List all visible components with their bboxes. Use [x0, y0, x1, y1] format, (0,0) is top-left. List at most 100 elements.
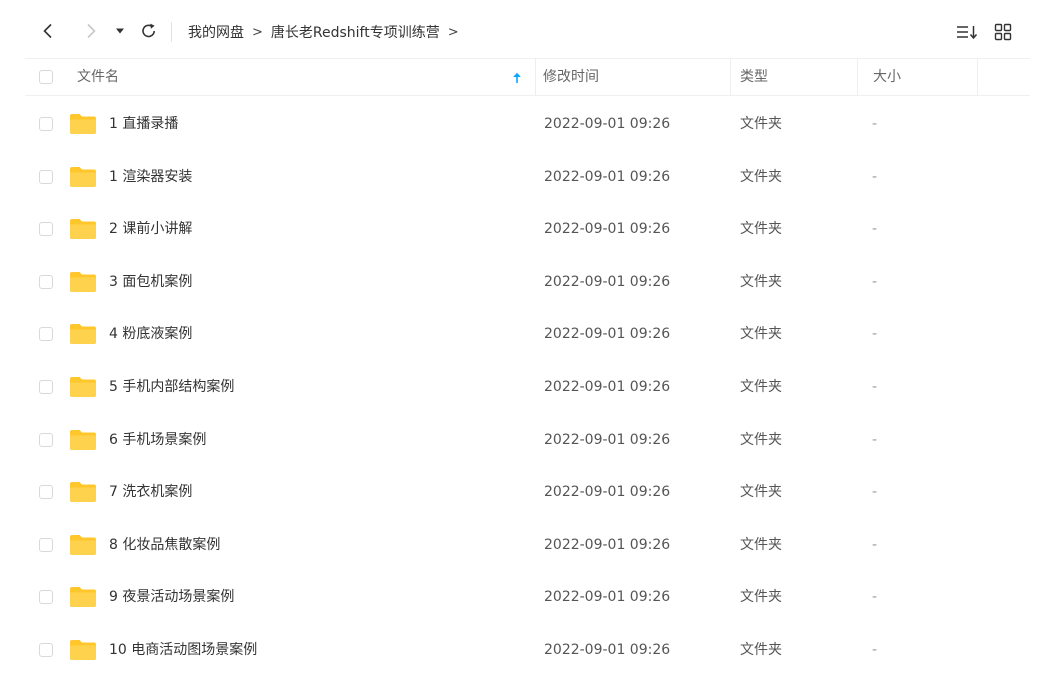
sort-button[interactable]	[955, 21, 979, 43]
file-name[interactable]: 4 粉底液案例	[109, 308, 192, 360]
file-name[interactable]: 10 电商活动图场景案例	[109, 624, 257, 676]
refresh-button[interactable]	[138, 20, 160, 42]
column-header-type[interactable]: 类型	[730, 59, 867, 96]
refresh-icon	[142, 23, 155, 38]
file-name[interactable]: 3 面包机案例	[109, 256, 192, 308]
file-size: -	[872, 168, 878, 185]
back-button[interactable]	[37, 20, 59, 42]
column-header-size[interactable]: 大小	[857, 59, 993, 96]
row-checkbox[interactable]	[39, 537, 53, 552]
file-row[interactable]: 3 面包机案例 2022-09-01 09:26 文件夹 -	[25, 256, 1030, 309]
row-checkbox[interactable]	[39, 432, 53, 447]
file-modified: 2022-09-01 09:26	[544, 273, 671, 290]
file-size: -	[872, 273, 878, 290]
column-header-extra	[977, 59, 1030, 96]
row-checkbox[interactable]	[39, 222, 53, 237]
select-all-checkbox[interactable]	[39, 70, 53, 84]
folder-icon	[69, 481, 97, 503]
column-header-name[interactable]: 文件名	[77, 59, 119, 96]
file-size: -	[872, 221, 878, 238]
file-size: -	[872, 484, 878, 501]
breadcrumb: 我的网盘 > 唐长老Redshift专项训练营 >	[188, 21, 467, 43]
file-type: 文件夹	[740, 221, 782, 238]
row-checkbox[interactable]	[39, 169, 53, 184]
file-row[interactable]: 6 手机场景案例 2022-09-01 09:26 文件夹 -	[25, 414, 1030, 467]
file-name[interactable]: 7 洗衣机案例	[109, 466, 192, 518]
file-size: -	[872, 589, 878, 606]
file-name[interactable]: 2 课前小讲解	[109, 203, 192, 255]
row-checkbox[interactable]	[39, 590, 53, 605]
file-type: 文件夹	[740, 589, 782, 606]
file-modified: 2022-09-01 09:26	[544, 641, 671, 658]
sort-list-icon	[957, 26, 978, 40]
file-size: -	[872, 641, 878, 658]
file-row[interactable]: 9 夜景活动场景案例 2022-09-01 09:26 文件夹 -	[25, 571, 1030, 624]
grid-view-icon	[994, 23, 1012, 41]
row-checkbox[interactable]	[39, 117, 53, 131]
folder-icon	[69, 166, 97, 188]
folder-icon	[69, 271, 97, 293]
file-size: -	[872, 536, 878, 553]
file-type: 文件夹	[740, 536, 782, 553]
file-type: 文件夹	[740, 326, 782, 343]
file-type: 文件夹	[740, 116, 782, 132]
file-type: 文件夹	[740, 273, 782, 290]
file-name[interactable]: 1 直播录播	[109, 98, 178, 150]
file-type: 文件夹	[740, 168, 782, 185]
file-modified: 2022-09-01 09:26	[544, 484, 671, 501]
chevron-right-icon	[87, 23, 96, 39]
folder-icon	[69, 586, 97, 608]
file-name[interactable]: 8 化妆品焦散案例	[109, 519, 220, 571]
file-name[interactable]: 1 渲染器安装	[109, 151, 192, 203]
file-modified: 2022-09-01 09:26	[544, 431, 671, 448]
file-modified: 2022-09-01 09:26	[544, 326, 671, 343]
row-checkbox[interactable]	[39, 327, 53, 342]
top-toolbar: 我的网盘 > 唐长老Redshift专项训练营 >	[0, 0, 1057, 62]
file-modified: 2022-09-01 09:26	[544, 536, 671, 553]
file-name[interactable]: 9 夜景活动场景案例	[109, 571, 234, 623]
file-row[interactable]: 8 化妆品焦散案例 2022-09-01 09:26 文件夹 -	[25, 519, 1030, 572]
history-dropdown-button[interactable]	[109, 20, 131, 42]
file-list-header: 文件名 修改时间 类型 大小	[25, 58, 1030, 96]
folder-icon	[69, 639, 97, 661]
file-name[interactable]: 6 手机场景案例	[109, 414, 206, 466]
chevron-left-icon	[43, 23, 52, 39]
file-row[interactable]: 5 手机内部结构案例 2022-09-01 09:26 文件夹 -	[25, 361, 1030, 414]
file-size: -	[872, 378, 878, 395]
folder-icon	[69, 218, 97, 240]
folder-icon	[69, 534, 97, 556]
file-type: 文件夹	[740, 378, 782, 395]
folder-icon	[69, 323, 97, 345]
file-type: 文件夹	[740, 641, 782, 658]
file-size: -	[872, 431, 878, 448]
sort-ascending-icon[interactable]	[509, 59, 525, 96]
file-row[interactable]: 10 电商活动图场景案例 2022-09-01 09:26 文件夹 -	[25, 624, 1030, 677]
file-modified: 2022-09-01 09:26	[544, 221, 671, 238]
row-checkbox[interactable]	[39, 274, 53, 289]
breadcrumb-root[interactable]: 我的网盘	[188, 22, 244, 42]
grid-view-button[interactable]	[992, 21, 1014, 43]
forward-button[interactable]	[80, 20, 102, 42]
file-size: -	[872, 116, 878, 132]
file-type: 文件夹	[740, 484, 782, 501]
breadcrumb-current[interactable]: 唐长老Redshift专项训练营	[271, 22, 440, 42]
file-list: 1 直播录播 2022-09-01 09:26 文件夹 - 1 渲染器安装 20…	[25, 98, 1030, 677]
file-row[interactable]: 1 渲染器安装 2022-09-01 09:26 文件夹 -	[25, 151, 1030, 204]
file-row[interactable]: 4 粉底液案例 2022-09-01 09:26 文件夹 -	[25, 308, 1030, 361]
file-row[interactable]: 1 直播录播 2022-09-01 09:26 文件夹 -	[25, 98, 1030, 151]
file-row[interactable]: 7 洗衣机案例 2022-09-01 09:26 文件夹 -	[25, 466, 1030, 519]
file-modified: 2022-09-01 09:26	[544, 378, 671, 395]
file-name[interactable]: 5 手机内部结构案例	[109, 361, 234, 413]
file-row[interactable]: 2 课前小讲解 2022-09-01 09:26 文件夹 -	[25, 203, 1030, 256]
caret-down-icon	[116, 28, 124, 34]
breadcrumb-separator[interactable]: >	[448, 25, 459, 40]
folder-icon	[69, 376, 97, 398]
file-modified: 2022-09-01 09:26	[544, 589, 671, 606]
row-checkbox[interactable]	[39, 485, 53, 500]
row-checkbox[interactable]	[39, 642, 53, 657]
file-type: 文件夹	[740, 431, 782, 448]
file-modified: 2022-09-01 09:26	[544, 168, 671, 185]
row-checkbox[interactable]	[39, 379, 53, 394]
column-header-modified[interactable]: 修改时间	[535, 59, 738, 96]
folder-icon	[69, 429, 97, 451]
